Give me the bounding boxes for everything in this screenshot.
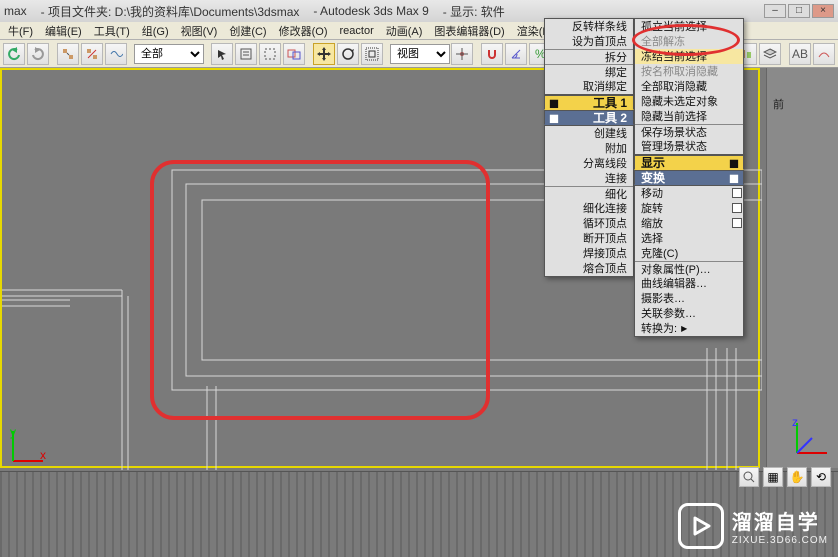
layers-button[interactable] bbox=[759, 43, 781, 65]
quad-title-tools1: 工具 1◼ bbox=[544, 95, 634, 110]
move-button[interactable] bbox=[313, 43, 335, 65]
quad-menu-item[interactable]: 隐藏未选定对象 bbox=[635, 94, 743, 109]
quad-menu-item[interactable]: 孤立当前选择 bbox=[635, 19, 743, 34]
menu-item[interactable]: 牛(F) bbox=[2, 22, 39, 40]
abc-button[interactable]: ABC bbox=[789, 43, 811, 65]
quad-menu-item[interactable]: 管理场景状态 bbox=[635, 139, 743, 154]
project-path: - 项目文件夹: D:\我的资料库\Documents\3dsmax bbox=[41, 3, 300, 20]
quad-menu-item[interactable]: 附加 bbox=[545, 141, 633, 156]
display-mode: - 显示: 软件 bbox=[443, 3, 505, 20]
orbit-button[interactable]: ⟲ bbox=[811, 467, 831, 487]
curve-editor-button[interactable] bbox=[813, 43, 835, 65]
zoom-button[interactable] bbox=[739, 467, 759, 487]
quad-menu-item[interactable]: 关联参数… bbox=[635, 306, 743, 321]
quad-menu-item[interactable]: 细化 bbox=[545, 186, 633, 201]
quad-menu-item[interactable]: 拆分 bbox=[545, 49, 633, 64]
quad-menu-item[interactable]: 按名称取消隐藏 bbox=[635, 64, 743, 79]
select-button[interactable] bbox=[211, 43, 233, 65]
quad-menu-item[interactable]: 冻结当前选择 bbox=[635, 49, 743, 64]
menu-item[interactable]: 组(G) bbox=[136, 22, 175, 40]
pivot-button[interactable] bbox=[451, 43, 473, 65]
quad-menu-item[interactable]: 缩放 bbox=[635, 216, 743, 231]
play-icon bbox=[678, 503, 724, 549]
watermark-url: ZIXUE.3D66.COM bbox=[732, 535, 828, 546]
scale-button[interactable] bbox=[361, 43, 383, 65]
watermark-brand: 溜溜自学 bbox=[732, 506, 828, 535]
quad-menu-item[interactable]: 焊接顶点 bbox=[545, 246, 633, 261]
close-button[interactable]: × bbox=[812, 4, 834, 18]
quad-menu-right: 孤立当前选择全部解冻冻结当前选择按名称取消隐藏全部取消隐藏隐藏未选定对象隐藏当前… bbox=[634, 18, 744, 337]
quad-menu-item[interactable]: 创建线 bbox=[545, 126, 633, 141]
redo-button[interactable] bbox=[27, 43, 49, 65]
quad-menu-item[interactable]: 选择 bbox=[635, 231, 743, 246]
app-name: max bbox=[4, 4, 27, 18]
command-panel[interactable]: 前 z bbox=[766, 68, 838, 468]
quad-menu-item[interactable]: 移动 bbox=[635, 186, 743, 201]
snap-button[interactable] bbox=[481, 43, 503, 65]
zoom-all-button[interactable]: ▦ bbox=[763, 467, 783, 487]
quad-menu-item[interactable]: 细化连接 bbox=[545, 201, 633, 216]
menu-item[interactable]: reactor bbox=[334, 24, 380, 38]
quad-menu-item[interactable]: 绑定 bbox=[545, 64, 633, 79]
quad-menu-item[interactable]: 断开顶点 bbox=[545, 231, 633, 246]
quad-menu-item[interactable]: 保存场景状态 bbox=[635, 124, 743, 139]
quad-menu-item[interactable]: 摄影表… bbox=[635, 291, 743, 306]
menu-item[interactable]: 创建(C) bbox=[223, 22, 272, 40]
quad-title-transform: 变换◼ bbox=[634, 170, 744, 185]
angle-snap-button[interactable] bbox=[505, 43, 527, 65]
link-button[interactable] bbox=[57, 43, 79, 65]
quad-menu-item[interactable]: 曲线编辑器… bbox=[635, 276, 743, 291]
menu-item[interactable]: 动画(A) bbox=[380, 22, 429, 40]
rotate-button[interactable] bbox=[337, 43, 359, 65]
quad-title-display: 显示◼ bbox=[634, 155, 744, 170]
quad-menu-item[interactable]: 隐藏当前选择 bbox=[635, 109, 743, 124]
bind-spacewarp-button[interactable] bbox=[105, 43, 127, 65]
quad-menu-item[interactable]: 对象属性(P)… bbox=[635, 261, 743, 276]
window-crossing-button[interactable] bbox=[283, 43, 305, 65]
quad-menu-left: 反转样条线设为首顶点拆分绑定取消绑定 工具 1◼ 工具 2◼ 创建线附加分离线段… bbox=[544, 18, 634, 277]
ref-coord-dropdown[interactable]: 视图 bbox=[390, 44, 450, 64]
quad-menu-item[interactable]: 全部取消隐藏 bbox=[635, 79, 743, 94]
selection-filter-dropdown[interactable]: 全部 bbox=[134, 44, 204, 64]
quad-menu-item[interactable]: 分离线段 bbox=[545, 156, 633, 171]
quad-menu-item[interactable]: 熔合顶点 bbox=[545, 261, 633, 276]
quad-menu-item[interactable]: 连接 bbox=[545, 171, 633, 186]
menu-item[interactable]: 工具(T) bbox=[88, 22, 136, 40]
pan-button[interactable]: ✋ bbox=[787, 467, 807, 487]
unlink-button[interactable] bbox=[81, 43, 103, 65]
viewport-name: 前 bbox=[773, 96, 784, 112]
quad-menu-item[interactable]: 循环顶点 bbox=[545, 216, 633, 231]
quad-title-tools2: 工具 2◼ bbox=[544, 110, 634, 125]
quad-menu-item[interactable]: 转换为: ▶ bbox=[635, 321, 743, 336]
svg-text:x: x bbox=[40, 448, 46, 462]
quad-menu-item[interactable]: 全部解冻 bbox=[635, 34, 743, 49]
svg-text:z: z bbox=[792, 418, 798, 429]
viewport-nav-controls: ▦ ✋ ⟲ bbox=[738, 467, 832, 487]
select-by-name-button[interactable] bbox=[235, 43, 257, 65]
quad-menu-item[interactable]: 旋转 bbox=[635, 201, 743, 216]
quad-menu-item[interactable]: 克隆(C) bbox=[635, 246, 743, 261]
maximize-button[interactable]: □ bbox=[788, 4, 810, 18]
menu-item[interactable]: 视图(V) bbox=[175, 22, 224, 40]
menu-item[interactable]: 图表编辑器(D) bbox=[428, 22, 510, 40]
undo-button[interactable] bbox=[3, 43, 25, 65]
select-region-button[interactable] bbox=[259, 43, 281, 65]
quad-menu-item[interactable]: 反转样条线 bbox=[545, 19, 633, 34]
minimize-button[interactable]: – bbox=[764, 4, 786, 18]
svg-text:ABC: ABC bbox=[792, 48, 808, 60]
menu-item[interactable]: 修改器(O) bbox=[273, 22, 334, 40]
quad-menu-item[interactable]: 设为首顶点 bbox=[545, 34, 633, 49]
svg-text:y: y bbox=[10, 426, 16, 439]
menu-item[interactable]: 编辑(E) bbox=[39, 22, 88, 40]
watermark: 溜溜自学 ZIXUE.3D66.COM bbox=[678, 503, 828, 549]
quad-menu-item[interactable]: 取消绑定 bbox=[545, 79, 633, 94]
product-name: - Autodesk 3ds Max 9 bbox=[313, 4, 428, 18]
